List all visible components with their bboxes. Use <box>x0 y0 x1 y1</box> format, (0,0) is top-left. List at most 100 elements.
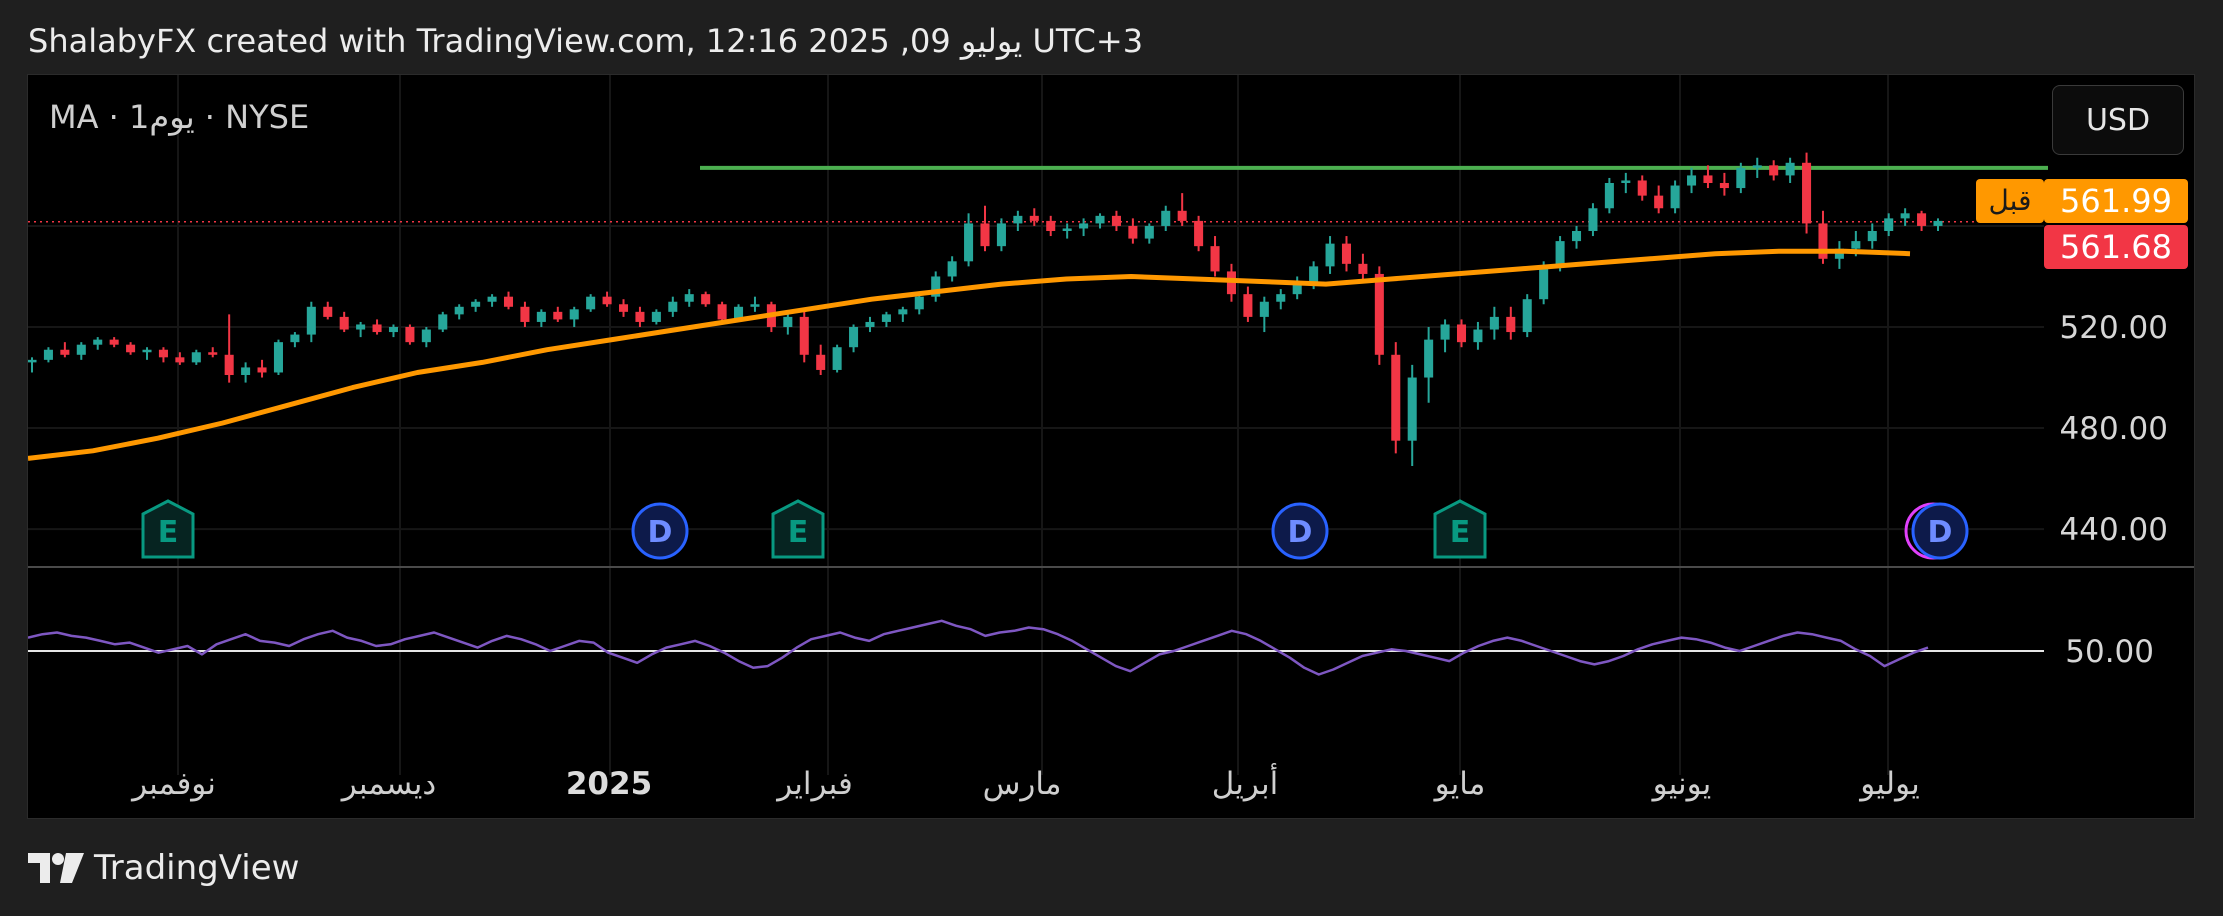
dividend-marker: D <box>1904 502 1969 560</box>
price-axis-tick: 520.00 <box>2060 310 2168 346</box>
time-axis-tick: ديسمبر <box>340 766 436 802</box>
candle-body <box>964 223 974 262</box>
candle-body <box>339 316 349 330</box>
candle-body <box>60 349 70 355</box>
earnings-marker: E <box>1433 499 1487 559</box>
symbol-legend[interactable]: MA · 1يوم · NYSE <box>49 98 309 136</box>
candle-body <box>1259 301 1269 317</box>
candle-body <box>1802 162 1812 224</box>
candle-body <box>1900 213 1910 219</box>
candle-body <box>651 311 661 322</box>
candle-body <box>701 294 711 305</box>
candle-body <box>1358 263 1368 274</box>
time-axis-tick: مايو <box>1433 766 1486 802</box>
event-marker-label: D <box>1288 515 1313 550</box>
candle-body <box>1571 231 1582 242</box>
candle-body <box>1933 220 1943 226</box>
candle-body <box>1473 329 1483 343</box>
candle-body <box>1621 180 1631 183</box>
candle-body <box>1424 339 1434 378</box>
candle-body <box>1309 266 1319 282</box>
candle-body <box>1687 175 1697 186</box>
candle-body <box>290 334 300 343</box>
candle-body <box>1013 215 1023 224</box>
candle-body <box>1785 162 1795 176</box>
time-axis-tick: فبراير <box>775 766 853 802</box>
candle-body <box>881 314 891 322</box>
candle-body <box>1867 231 1877 242</box>
chart-caption: ShalabyFX created with TradingView.com, … <box>28 22 1144 60</box>
candle-body <box>323 306 333 317</box>
candle-body <box>914 296 924 310</box>
rsi-axis-tick: 50.00 <box>2065 634 2154 670</box>
time-axis-tick: نوفمبر <box>130 766 216 802</box>
chart-container[interactable]: E D E D E D 520.00 480.00 440.00 50.00 نوفمبر ديسمب… <box>27 74 2195 819</box>
candles-group <box>28 152 1943 466</box>
candle-body <box>28 359 37 363</box>
candle-body <box>520 306 530 322</box>
candle-body <box>421 329 431 343</box>
dividend-marker: D <box>631 502 689 560</box>
candle-body <box>1128 225 1138 239</box>
time-axis-tick: مارس <box>983 766 1062 802</box>
candle-body <box>503 296 514 307</box>
candle-body <box>388 327 399 333</box>
time-axis-tick: أبريل <box>1212 763 1278 802</box>
candle-body <box>750 304 760 307</box>
candle-body <box>849 327 859 348</box>
candle-body <box>1341 243 1352 264</box>
candle-body <box>76 344 86 355</box>
last-price-badge: 561.68 <box>2044 225 2188 269</box>
candle-body <box>1917 213 1927 226</box>
time-axis-tick: 2025 <box>566 766 652 802</box>
candle-body <box>1243 294 1253 317</box>
candle-body <box>1719 183 1729 189</box>
candle-body <box>224 354 234 375</box>
candle-body <box>1522 299 1532 333</box>
candle-body <box>438 314 448 330</box>
candle-body <box>668 301 678 312</box>
candle-body <box>586 296 596 310</box>
candle-body <box>635 311 645 322</box>
candle-body <box>1374 273 1384 355</box>
candle-body <box>799 316 809 355</box>
candle-body <box>684 294 694 302</box>
candle-body <box>1062 228 1072 231</box>
price-axis-tick: 440.00 <box>2060 512 2168 548</box>
candle-body <box>1276 294 1286 302</box>
candle-body <box>1046 220 1056 231</box>
price-chart-svg[interactable]: E D E D E D 520.00 480.00 440.00 50.00 نوفمبر ديسمب… <box>28 75 2195 819</box>
prev-close-label-badge: قبل <box>1976 179 2044 223</box>
candle-body <box>536 311 546 322</box>
candle-body <box>241 367 251 375</box>
candle-body <box>1506 316 1516 333</box>
candle-body <box>1325 243 1335 267</box>
candle-body <box>1440 324 1450 340</box>
candle-body <box>1210 246 1220 272</box>
candle-body <box>273 342 283 373</box>
candle-body <box>898 309 908 315</box>
candle-body <box>109 339 119 345</box>
candle-body <box>1637 180 1647 196</box>
candle-body <box>1144 225 1154 239</box>
brand-name: TradingView <box>94 848 300 888</box>
candle-body <box>1703 175 1713 183</box>
candle-body <box>93 339 103 345</box>
tradingview-logo[interactable]: TradingView <box>28 848 299 888</box>
candle-body <box>783 316 793 327</box>
candle-body <box>1391 354 1401 441</box>
candle-body <box>306 306 316 335</box>
candle-body <box>1736 167 1746 189</box>
time-axis-tick: يوليو <box>1858 766 1919 802</box>
rsi-line <box>28 619 1929 676</box>
candle-body <box>454 306 464 315</box>
candle-body <box>1029 215 1039 221</box>
candle-body <box>1161 210 1171 226</box>
currency-button[interactable]: USD <box>2052 85 2184 155</box>
candle-body <box>996 223 1006 247</box>
event-marker-label: E <box>788 515 809 550</box>
candle-body <box>1177 210 1187 221</box>
candle-body <box>553 311 563 320</box>
candle-body <box>1588 208 1598 231</box>
candle-body <box>1079 223 1089 229</box>
